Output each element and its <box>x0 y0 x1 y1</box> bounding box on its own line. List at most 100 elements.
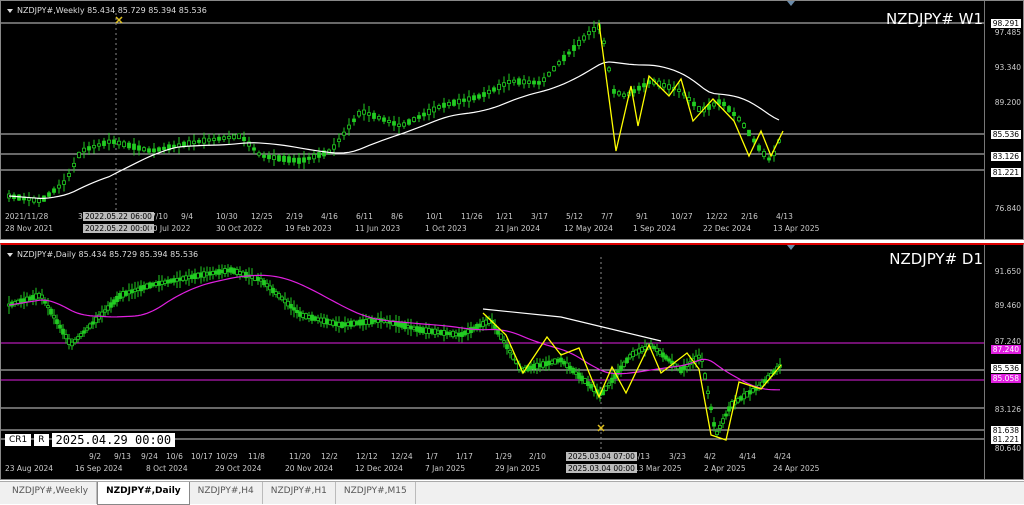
daily-chart-window[interactable]: NZDJPY#,Daily 85.434 85.729 85.394 85.53… <box>0 243 1024 480</box>
candle-body <box>47 192 51 197</box>
time-label: 1 Oct 2023 <box>425 224 467 233</box>
candle-body <box>82 147 86 153</box>
candle-body <box>265 283 269 288</box>
candle-body <box>295 309 299 314</box>
candle-body <box>427 328 431 334</box>
candle-body <box>197 139 201 143</box>
candle-body <box>262 280 266 286</box>
candle-body <box>527 80 531 84</box>
candle-body <box>508 350 512 354</box>
magenta-level-label: 87.240 <box>990 345 1021 354</box>
candle-body <box>124 290 128 296</box>
candle-body <box>227 135 231 140</box>
daily-chart-header: NZDJPY#,Daily 85.434 85.729 85.394 85.53… <box>7 250 198 259</box>
time-label: 24 Apr 2025 <box>773 464 820 473</box>
candle-body <box>481 321 485 327</box>
weekly-chart-window[interactable]: NZDJPY#,Weekly 85.434 85.729 85.394 85.5… <box>0 0 1024 240</box>
candle-body <box>211 271 215 275</box>
candle-body <box>190 274 194 279</box>
dropdown-triangle-icon[interactable] <box>7 8 13 13</box>
daily-price-scale[interactable]: 91.650 89.460 87.240 87.240 85.536 85.05… <box>984 245 1023 479</box>
candle-body <box>577 39 581 47</box>
candle-body <box>532 80 536 85</box>
candle-body <box>589 384 593 389</box>
candle-body <box>199 272 203 278</box>
candle-body <box>367 112 371 116</box>
candle-body <box>319 317 323 323</box>
candle-body <box>357 110 361 117</box>
time-label: 12/22 <box>706 212 728 221</box>
candle-body <box>574 371 578 375</box>
candle-body <box>208 271 212 276</box>
candle-body <box>317 152 321 158</box>
candle-body <box>297 157 301 164</box>
candle-body <box>352 320 356 327</box>
cr1-button[interactable]: CR1 <box>5 434 32 446</box>
candle-body <box>637 85 641 91</box>
time-label: 12/24 <box>391 452 413 461</box>
candle-body <box>572 45 576 51</box>
candle-body <box>617 91 621 96</box>
candle-body <box>415 326 419 332</box>
candle-body <box>367 318 371 325</box>
candle-body <box>712 102 716 107</box>
candle-body <box>145 283 149 290</box>
zigzag-line <box>598 22 784 158</box>
candle-body <box>49 308 53 315</box>
dropdown-triangle-icon[interactable] <box>7 252 13 257</box>
candle-body <box>117 140 121 146</box>
tab-h1[interactable]: NZDJPY#,H1 <box>263 482 336 504</box>
time-label: 10/1 <box>426 212 443 221</box>
candle-body <box>499 333 503 340</box>
tab-m15[interactable]: NZDJPY#,M15 <box>336 482 416 504</box>
price-label: 83.126 <box>990 152 1021 161</box>
price-label: 81.638 <box>990 426 1021 435</box>
candle-body <box>58 324 62 329</box>
candle-body <box>70 341 74 347</box>
candle-body <box>457 98 461 105</box>
candle-body <box>631 351 635 357</box>
candle-body <box>442 330 446 336</box>
candle-body <box>217 269 221 275</box>
candle-body <box>632 89 636 94</box>
chart-shift-marker-icon[interactable] <box>787 1 795 6</box>
candle-body <box>421 327 425 334</box>
candle-body <box>652 346 656 349</box>
weekly-price-plot[interactable] <box>1 1 987 240</box>
candle-body <box>436 330 440 334</box>
time-label: 9/1 <box>636 212 649 221</box>
candle-body <box>184 275 188 281</box>
tab-weekly[interactable]: NZDJPY#,Weekly <box>4 482 98 504</box>
candle-body <box>244 271 248 279</box>
candle-body <box>712 422 716 427</box>
candle-body <box>655 347 659 353</box>
candle-body <box>127 290 131 295</box>
candle-body <box>487 89 491 95</box>
candle-body <box>97 314 101 320</box>
tab-h4[interactable]: NZDJPY#,H4 <box>190 482 263 504</box>
candle-body <box>667 358 671 362</box>
candle-body <box>347 124 351 130</box>
time-label: 5/12 <box>566 212 583 221</box>
weekly-price-scale[interactable]: 98.291 97.485 93.340 89.200 85.536 83.12… <box>984 1 1023 239</box>
tab-daily[interactable]: NZDJPY#,Daily <box>97 482 190 505</box>
candle-body <box>462 98 466 102</box>
candle-body <box>562 54 566 62</box>
candle-body <box>721 418 725 424</box>
candle-body <box>76 336 80 340</box>
candle-body <box>25 296 29 303</box>
crosshair-time-label: 2025.03.04 07:00 <box>566 452 637 461</box>
candle-body <box>286 300 290 307</box>
candle-body <box>280 296 284 301</box>
time-label: 2/19 <box>286 212 303 221</box>
r-button[interactable]: R <box>34 434 49 446</box>
candle-body <box>205 272 209 276</box>
chart-shift-marker-icon[interactable] <box>787 245 795 250</box>
candle-body <box>207 138 211 142</box>
candle-body <box>544 361 548 367</box>
time-label: 1/29 <box>495 452 512 461</box>
time-label: 22 Dec 2024 <box>703 224 751 233</box>
candle-body <box>152 148 156 153</box>
candle-body <box>235 269 239 275</box>
time-label: 10/30 <box>216 212 238 221</box>
